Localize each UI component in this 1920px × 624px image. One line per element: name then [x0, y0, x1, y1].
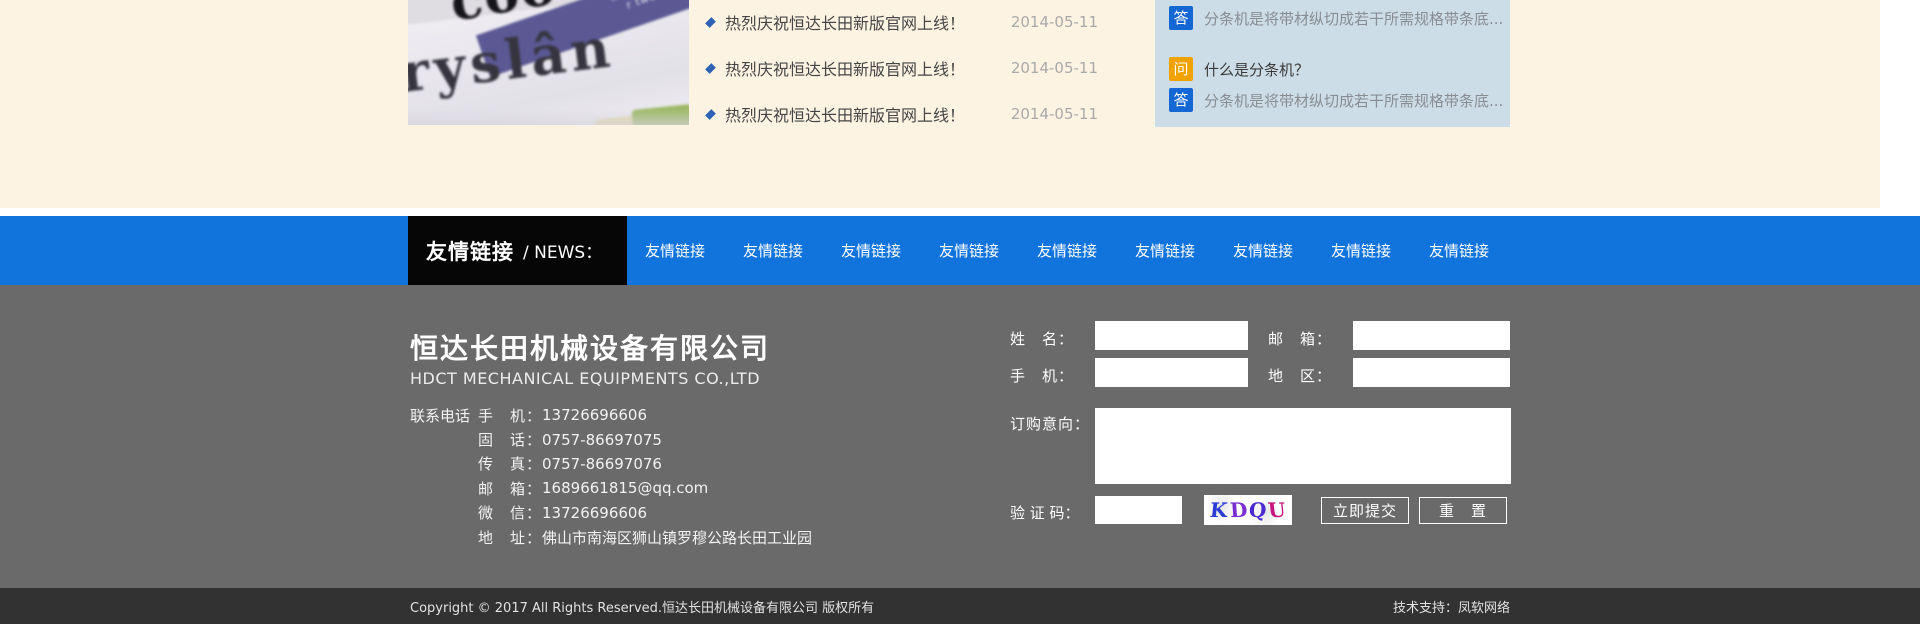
faq-widget: 答 分条机是将带材纵切成若干所需规格带条底...... 问 什么是分条机？ 答 … [1155, 0, 1510, 127]
company-name-cn: 恒达长田机械设备有限公司 [410, 332, 771, 365]
question-badge-icon: 问 [1169, 57, 1193, 81]
contact-row-fax: 传 真： 0757-86697076 [478, 454, 662, 474]
news-date: 2014-05-11 [1010, 105, 1098, 123]
captcha-label: 验 证 码： [1010, 504, 1080, 522]
order-intent-label: 订购意向： [1010, 415, 1091, 433]
news-title[interactable]: 热烈庆祝恒达长田新版官网上线！ [725, 102, 965, 126]
news-list-item[interactable]: 热烈庆祝恒达长田新版官网上线！ 2014-05-11 [705, 101, 1098, 127]
copyright-text: Copyright © 2017 All Rights Reserved.恒达长… [410, 600, 875, 616]
captcha-field[interactable] [1095, 496, 1182, 524]
links-title: 友情链接 [426, 239, 514, 264]
friendly-link[interactable]: 友情链接 [743, 240, 803, 261]
news-date: 2014-05-11 [1010, 59, 1098, 77]
region-label: 地 区： [1268, 367, 1333, 385]
phone-field[interactable] [1095, 358, 1248, 387]
faq-question-row[interactable]: 问 什么是分条机？ [1169, 57, 1502, 81]
links-title-box: 友情链接 / NEWS： [408, 216, 627, 285]
email-field[interactable] [1353, 321, 1510, 350]
news-title[interactable]: 热烈庆祝恒达长田新版官网上线！ [725, 10, 965, 34]
news-title[interactable]: 热烈庆祝恒达长田新版官网上线！ [725, 56, 965, 80]
contact-row-address: 地 址： 佛山市南海区狮山镇罗穆公路长田工业园 [478, 528, 813, 547]
newspaper-fold-shadow [408, 109, 689, 125]
page: coo n voor windparken r tweespalt p.13 r… [0, 0, 1920, 624]
copyright-bar: Copyright © 2017 All Rights Reserved.恒达长… [0, 588, 1920, 624]
friendly-link[interactable]: 友情链接 [1331, 240, 1391, 261]
links-subtitle: / NEWS： [523, 243, 603, 263]
company-name-en: HDCT MECHANICAL EQUIPMENTS CO.,LTD [410, 369, 761, 388]
name-field[interactable] [1095, 321, 1248, 350]
friendly-link[interactable]: 友情链接 [939, 240, 999, 261]
news-section: coo n voor windparken r tweespalt p.13 r… [0, 0, 1920, 208]
news-list-item[interactable]: 热烈庆祝恒达长田新版官网上线！ 2014-05-11 [705, 9, 1098, 35]
news-list-item[interactable]: 热烈庆祝恒达长田新版官网上线！ 2014-05-11 [705, 55, 1098, 81]
tech-support-link[interactable]: 技术支持：凤软网络 [1393, 597, 1510, 616]
faq-answer-text: 分条机是将带材纵切成若干所需规格带条底...... [1204, 91, 1502, 110]
friendly-link[interactable]: 友情链接 [1135, 240, 1195, 261]
region-field[interactable] [1353, 358, 1510, 387]
friendly-link[interactable]: 友情链接 [645, 240, 705, 261]
captcha-image[interactable]: K D Q U [1204, 495, 1292, 525]
contact-heading: 联系电话 [410, 406, 471, 425]
contact-row-landline: 固 话： 0757-86697075 [478, 430, 662, 450]
faq-answer-row: 答 分条机是将带材纵切成若干所需规格带条底...... [1169, 6, 1502, 30]
diamond-bullet-icon [705, 108, 716, 120]
friendly-link[interactable]: 友情链接 [841, 240, 901, 261]
contact-row-mobile: 联系电话 手 机： 13726696606 [410, 406, 647, 425]
friendly-link[interactable]: 友情链接 [1429, 240, 1489, 261]
friendly-links-nav: 友情链接 友情链接 友情链接 友情链接 友情链接 友情链接 友情链接 友情链接 … [645, 216, 1527, 285]
name-label: 姓 名： [1010, 330, 1075, 348]
contact-info-block: 联系电话 手 机： 13726696606 固 话： 0757-86697075… [410, 403, 812, 549]
submit-button[interactable]: 立即提交 [1321, 497, 1409, 524]
email-label: 邮 箱： [1268, 330, 1333, 348]
reset-button[interactable]: 重 置 [1419, 497, 1507, 524]
news-date: 2014-05-11 [1010, 13, 1098, 31]
order-intent-field[interactable] [1095, 408, 1511, 484]
answer-badge-icon: 答 [1169, 6, 1193, 30]
diamond-bullet-icon [705, 16, 716, 28]
answer-badge-icon: 答 [1169, 88, 1193, 112]
phone-label: 手 机： [1010, 367, 1075, 385]
faq-question-text[interactable]: 什么是分条机？ [1204, 59, 1309, 80]
footer: 恒达长田机械设备有限公司 HDCT MECHANICAL EQUIPMENTS … [0, 285, 1920, 588]
faq-answer-text: 分条机是将带材纵切成若干所需规格带条底...... [1204, 9, 1502, 28]
friendly-link[interactable]: 友情链接 [1037, 240, 1097, 261]
diamond-bullet-icon [705, 62, 716, 74]
friendly-link[interactable]: 友情链接 [1233, 240, 1293, 261]
faq-answer-row: 答 分条机是将带材纵切成若干所需规格带条底...... [1169, 88, 1502, 112]
news-thumbnail-image[interactable]: coo n voor windparken r tweespalt p.13 r… [408, 0, 689, 125]
contact-row-email: 邮 箱： 1689661815@qq.com [478, 479, 709, 498]
friendly-links-bar: 友情链接 / NEWS： 友情链接 友情链接 友情链接 友情链接 友情链接 友情… [0, 216, 1920, 285]
newspaper-photo: coo n voor windparken r tweespalt p.13 r… [408, 0, 689, 125]
news-list: 热烈庆祝恒达长田新版官网上线！ 2014-05-11 热烈庆祝恒达长田新版官网上… [705, 0, 1098, 147]
contact-row-wechat: 微 信： 13726696606 [478, 503, 647, 523]
